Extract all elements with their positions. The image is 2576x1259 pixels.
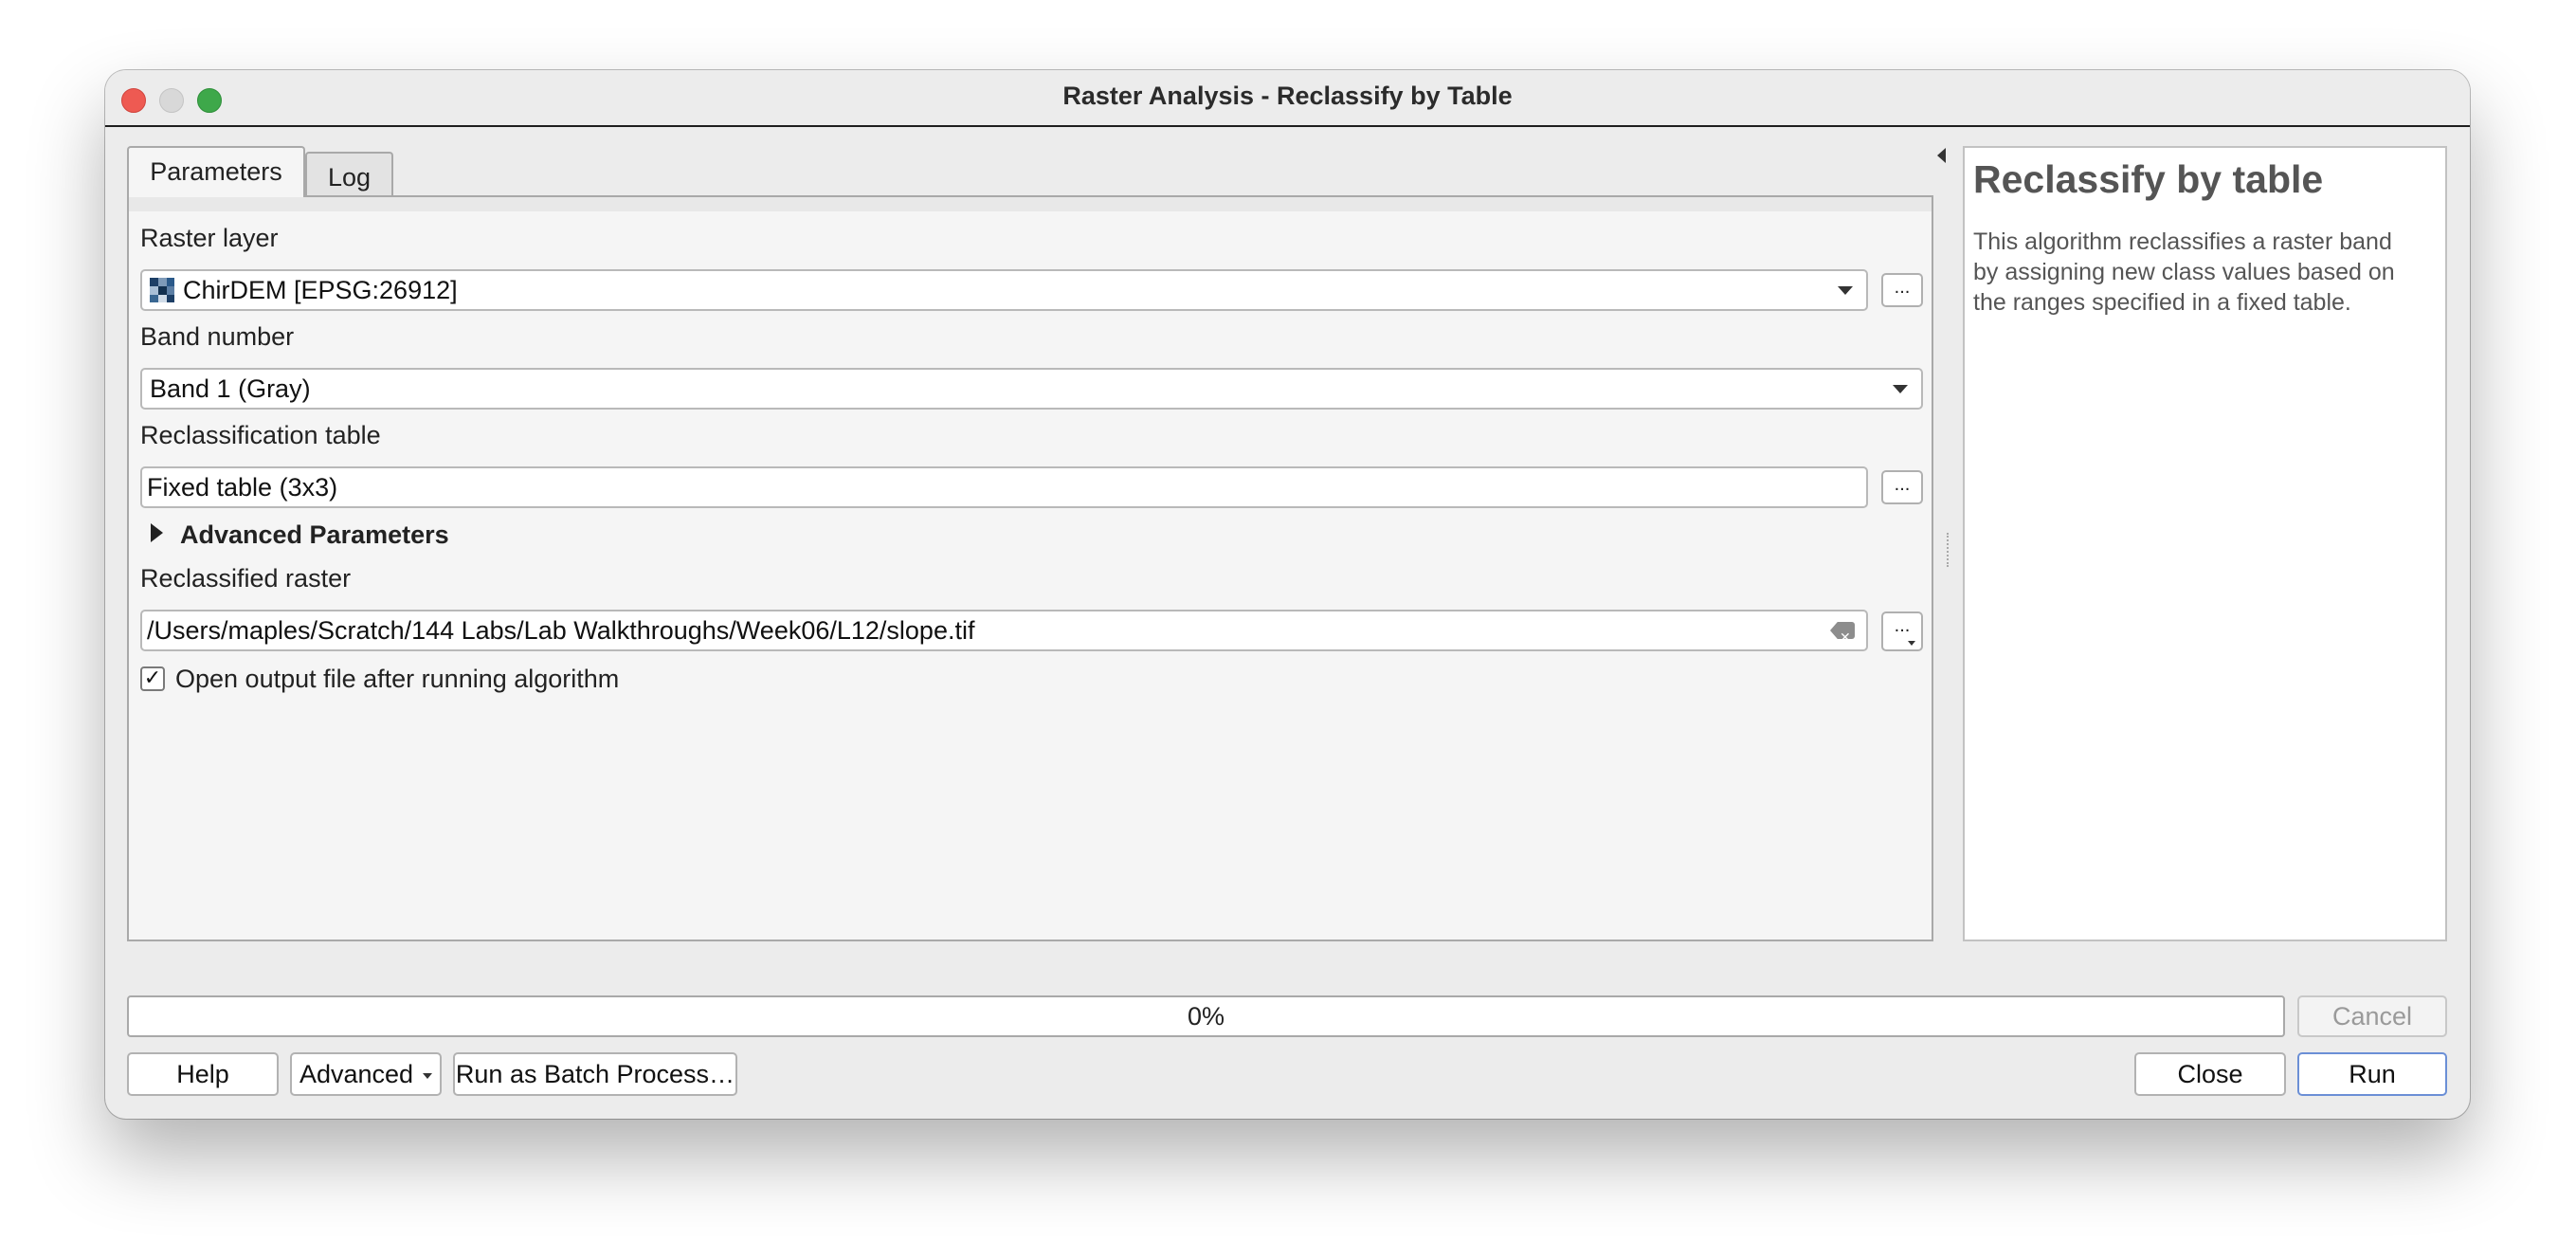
- advanced-menu-button[interactable]: Advanced: [290, 1052, 442, 1096]
- collapse-help-arrow-icon[interactable]: [1937, 148, 1946, 163]
- raster-layer-select[interactable]: ChirDEM [EPSG:26912]: [140, 269, 1868, 311]
- band-number-value: Band 1 (Gray): [150, 374, 311, 403]
- tab-log[interactable]: Log: [305, 152, 393, 199]
- advanced-button-label: Advanced: [299, 1060, 414, 1088]
- reclassification-table-field[interactable]: Fixed table (3x3): [140, 466, 1868, 508]
- reclassification-table-label: Reclassification table: [140, 421, 381, 449]
- chevron-down-icon: [1908, 641, 1915, 646]
- reclassified-raster-label: Reclassified raster: [140, 564, 352, 593]
- chevron-down-icon: [1893, 385, 1908, 393]
- clear-field-icon[interactable]: [1830, 622, 1855, 639]
- browse-label: ...: [1894, 615, 1911, 636]
- run-as-batch-button[interactable]: Run as Batch Process…: [453, 1052, 737, 1096]
- band-number-select[interactable]: Band 1 (Gray): [140, 368, 1923, 410]
- title-bar: Raster Analysis - Reclassify by Table: [105, 70, 2470, 127]
- help-panel: Reclassify by table This algorithm recla…: [1963, 146, 2447, 941]
- raster-layer-value: ChirDEM [EPSG:26912]: [183, 276, 458, 304]
- help-button[interactable]: Help: [127, 1052, 279, 1096]
- progress-text: 0%: [1187, 1002, 1225, 1031]
- open-output-checkbox[interactable]: ✓: [140, 666, 165, 691]
- tab-parameters[interactable]: Parameters: [127, 146, 305, 197]
- parameters-panel: Raster layer ChirDEM [EPSG:26912] ... Ba…: [127, 195, 1933, 941]
- cancel-button[interactable]: Cancel: [2297, 995, 2447, 1037]
- help-description: This algorithm reclassifies a raster ban…: [1973, 228, 2395, 316]
- run-button[interactable]: Run: [2297, 1052, 2447, 1096]
- reclassification-table-value: Fixed table (3x3): [147, 473, 338, 502]
- raster-layer-label: Raster layer: [140, 224, 279, 252]
- progress-bar: 0%: [127, 995, 2285, 1037]
- raster-layer-browse-button[interactable]: ...: [1881, 273, 1923, 307]
- band-number-label: Band number: [140, 322, 295, 351]
- output-path-field[interactable]: /Users/maples/Scratch/144 Labs/Lab Walkt…: [140, 610, 1868, 651]
- raster-layer-icon: [150, 277, 174, 302]
- output-path-browse-button[interactable]: ...: [1881, 611, 1923, 651]
- dialog-window: Raster Analysis - Reclassify by Table Lo…: [105, 70, 2470, 1119]
- advanced-parameters-toggle[interactable]: Advanced Parameters: [180, 520, 449, 550]
- reclassification-table-edit-button[interactable]: ...: [1881, 470, 1923, 504]
- close-button[interactable]: Close: [2134, 1052, 2286, 1096]
- chevron-down-icon: [1838, 286, 1853, 295]
- help-title: Reclassify by table: [1973, 157, 2324, 201]
- open-output-label: Open output file after running algorithm: [175, 665, 620, 693]
- chevron-down-icon: [423, 1072, 433, 1079]
- panel-header-strip: [129, 197, 1932, 211]
- window-title: Raster Analysis - Reclassify by Table: [1062, 82, 1513, 110]
- splitter-handle[interactable]: [1947, 533, 1952, 567]
- expand-triangle-icon[interactable]: [151, 523, 163, 542]
- output-path-value: /Users/maples/Scratch/144 Labs/Lab Walkt…: [147, 616, 975, 645]
